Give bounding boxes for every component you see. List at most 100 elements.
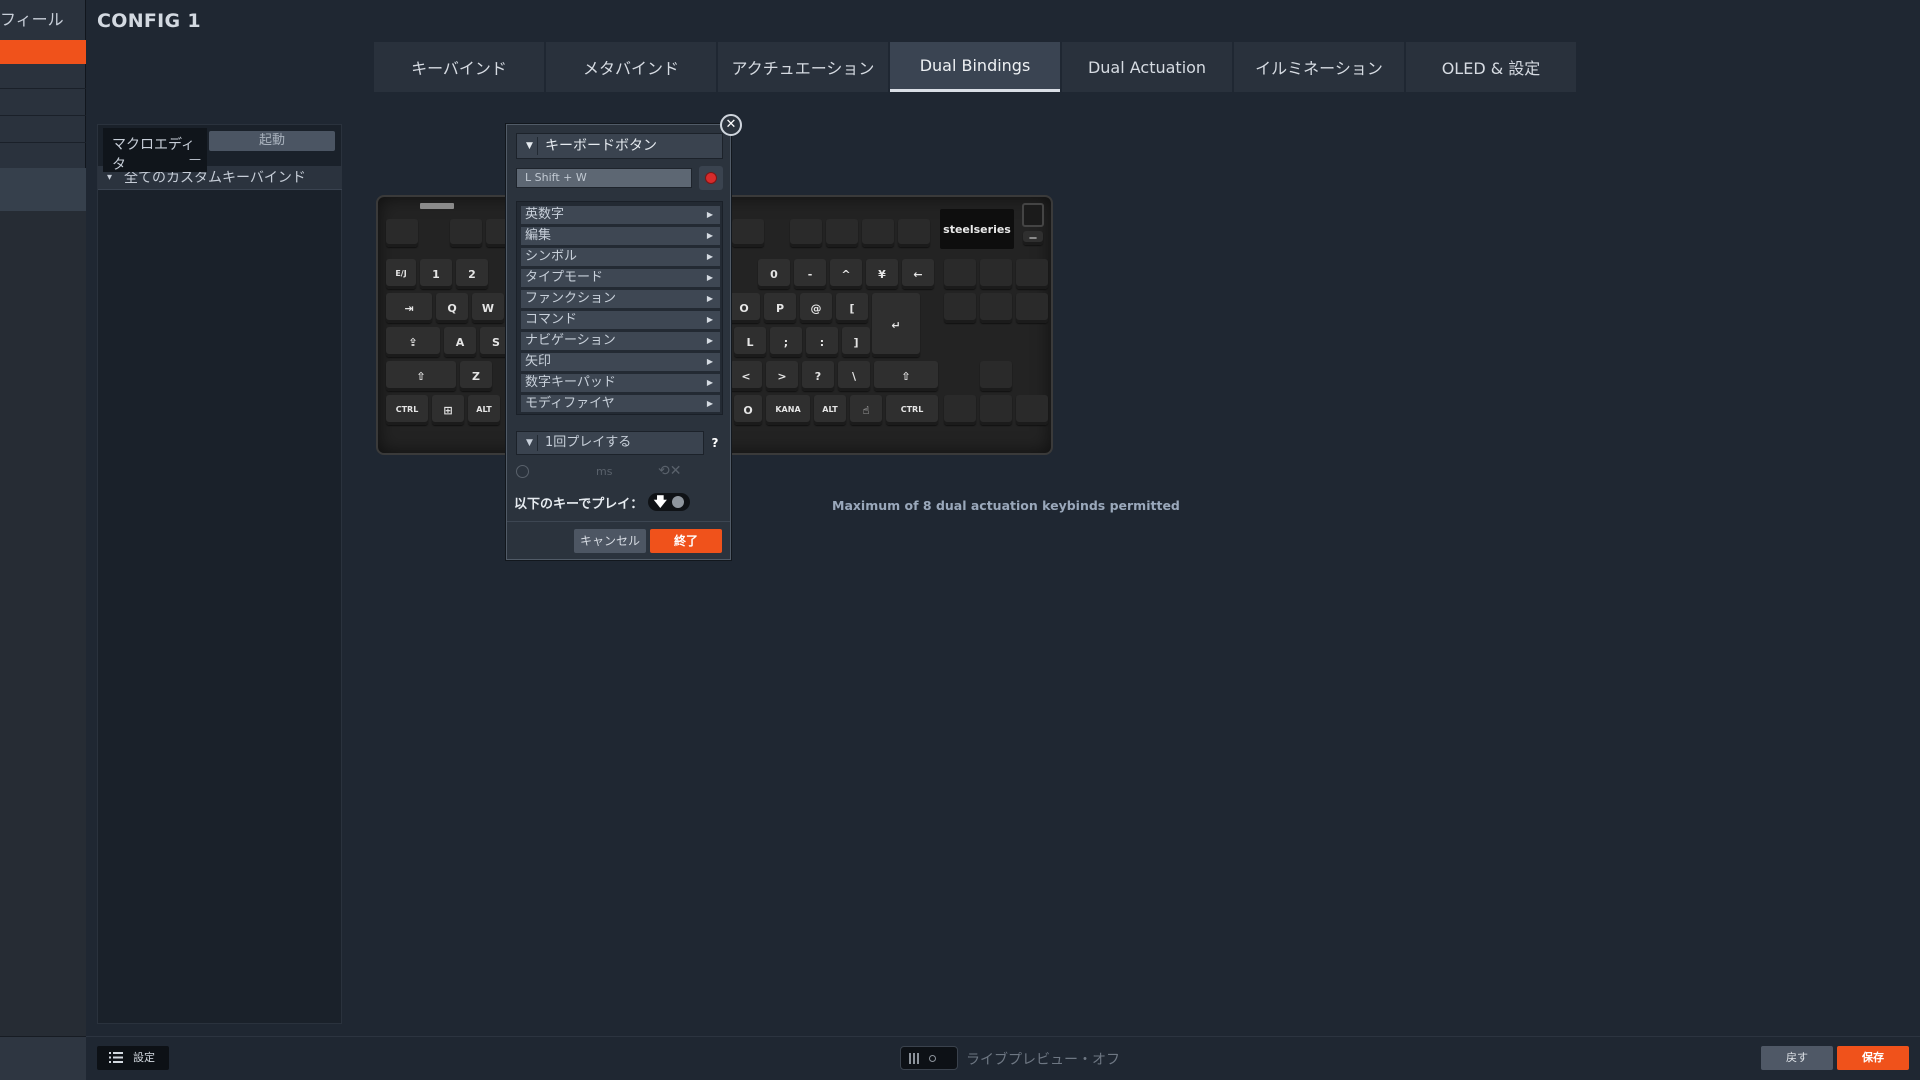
key-insert[interactable] (944, 259, 976, 289)
volume-knob[interactable] (1022, 203, 1044, 227)
key-w[interactable]: W (472, 293, 504, 323)
category-numpad[interactable]: 数字キーパッド ▶ (521, 374, 720, 392)
key-bracket-left[interactable]: [ (836, 293, 868, 323)
macro-panel (97, 124, 342, 1024)
key-f8[interactable] (732, 219, 764, 247)
category-edit[interactable]: 編集 ▶ (521, 227, 720, 245)
tab-dual-actuation[interactable]: Dual Actuation (1062, 42, 1232, 92)
sidebar-item-selected[interactable] (0, 168, 86, 211)
binding-type-select[interactable]: ▼ キーボードボタン (516, 133, 723, 159)
tab-metabind[interactable]: メタバインド (546, 42, 716, 92)
key-p[interactable]: P (764, 293, 796, 323)
revert-button[interactable]: 戻す (1761, 1046, 1833, 1070)
category-alphanumeric[interactable]: 英数字 ▶ (521, 206, 720, 224)
tab-illumination[interactable]: イルミネーション (1234, 42, 1404, 92)
category-function[interactable]: ファンクション ▶ (521, 290, 720, 308)
key-slash[interactable]: ? (802, 361, 834, 391)
key-l[interactable]: L (734, 327, 766, 357)
chevron-down-icon: ▼ (526, 438, 533, 448)
category-symbol[interactable]: シンボル ▶ (521, 248, 720, 266)
chevron-right-icon: ▶ (706, 210, 713, 219)
key-backspace[interactable]: ← (902, 259, 934, 289)
key-comma[interactable]: < (730, 361, 762, 391)
cancel-button[interactable]: キャンセル (574, 529, 646, 553)
key-f12[interactable] (898, 219, 930, 247)
help-icon[interactable]: ? (707, 434, 723, 452)
key-bracket-right[interactable]: ] (842, 327, 870, 357)
key-o[interactable]: O (728, 293, 760, 323)
category-arrows[interactable]: 矢印 ▶ (521, 353, 720, 371)
tab-oled-settings[interactable]: OLED & 設定 (1406, 42, 1576, 92)
key-pageup[interactable] (1016, 259, 1048, 289)
toggle-grip-icon (909, 1053, 921, 1064)
key-z[interactable]: Z (460, 361, 492, 391)
key-alt-right[interactable]: ALT (814, 395, 846, 425)
profile-label[interactable]: フィール (0, 6, 86, 30)
close-icon[interactable]: ✕ (720, 114, 742, 136)
key-f9[interactable] (790, 219, 822, 247)
key-yen[interactable]: ¥ (866, 259, 898, 289)
key-shift-left[interactable]: ⇧ (386, 361, 456, 391)
key-ctrl-right[interactable]: CTRL (886, 395, 938, 425)
key-shift-right[interactable]: ⇧ (874, 361, 938, 391)
media-minus-icon[interactable]: — (1023, 231, 1043, 245)
tab-keybind[interactable]: キーバインド (374, 42, 544, 92)
key-colon[interactable]: : (806, 327, 838, 357)
key-backslash[interactable]: \ (838, 361, 870, 391)
key-arrow-left[interactable] (944, 395, 976, 425)
key-arrow-down[interactable] (980, 395, 1012, 425)
key-tab[interactable]: ⇥ (386, 293, 432, 323)
key-steelseries-fn[interactable]: ☝ (850, 395, 882, 425)
key-1[interactable]: 1 (420, 259, 452, 289)
tab-dual-bindings[interactable]: Dual Bindings (890, 42, 1060, 92)
key-pagedown[interactable] (1016, 293, 1048, 323)
key-capslock[interactable]: ⇪ (386, 327, 440, 357)
key-esc[interactable] (386, 219, 418, 247)
chevron-right-icon: ▶ (706, 378, 713, 387)
chevron-down-icon: ▼ (526, 141, 533, 151)
key-windows[interactable]: ⊞ (432, 395, 464, 425)
live-preview-toggle[interactable] (900, 1046, 958, 1070)
play-mode-select[interactable]: ▼ 1回プレイする (516, 431, 704, 455)
key-f11[interactable] (862, 219, 894, 247)
settings-button[interactable]: 設定 (97, 1046, 169, 1070)
play-on-press-toggle[interactable]: 🡇 (648, 493, 690, 511)
key-enter[interactable]: ↵ (872, 293, 920, 357)
key-delete[interactable] (944, 293, 976, 323)
key-semicolon[interactable]: ; (770, 327, 802, 357)
repeat-options-row: ms ⟲✕ (514, 463, 724, 480)
key-q[interactable]: Q (436, 293, 468, 323)
category-command[interactable]: コマンド ▶ (521, 311, 720, 329)
key-f1[interactable] (450, 219, 482, 247)
key-kana[interactable]: KANA (766, 395, 810, 425)
key-ej[interactable]: E/J (386, 259, 416, 289)
key-2[interactable]: 2 (456, 259, 488, 289)
category-type-mode[interactable]: タイプモード ▶ (521, 269, 720, 287)
key-period[interactable]: > (766, 361, 798, 391)
category-navigation[interactable]: ナビゲーション ▶ (521, 332, 720, 350)
key-henkan[interactable]: O (734, 395, 762, 425)
key-arrow-up[interactable] (980, 361, 1012, 391)
key-caret[interactable]: ^ (830, 259, 862, 289)
tab-actuation[interactable]: アクチュエーション (718, 42, 888, 92)
key-home[interactable] (980, 259, 1012, 289)
launch-button[interactable]: 起動 (209, 131, 335, 151)
key-at[interactable]: @ (800, 293, 832, 323)
key-a[interactable]: A (444, 327, 476, 357)
key-end[interactable] (980, 293, 1012, 323)
key-0[interactable]: 0 (758, 259, 790, 289)
key-alt-left[interactable]: ALT (468, 395, 500, 425)
key-minus[interactable]: - (794, 259, 826, 289)
category-modifier[interactable]: モディファイヤ ▶ (521, 395, 720, 412)
settings-label: 設定 (133, 1051, 155, 1064)
record-button[interactable] (699, 166, 723, 190)
selected-profile-indicator[interactable] (0, 40, 86, 64)
key-f10[interactable] (826, 219, 858, 247)
key-ctrl-left[interactable]: CTRL (386, 395, 428, 425)
save-button[interactable]: 保存 (1837, 1046, 1909, 1070)
key-arrow-right[interactable] (1016, 395, 1048, 425)
macro-editor-tab[interactable]: マクロエディタ — (103, 128, 207, 173)
config-title: CONFIG 1 (97, 10, 201, 32)
key-combination-input[interactable]: L Shift + W (516, 168, 692, 188)
finish-button[interactable]: 終了 (650, 529, 722, 553)
